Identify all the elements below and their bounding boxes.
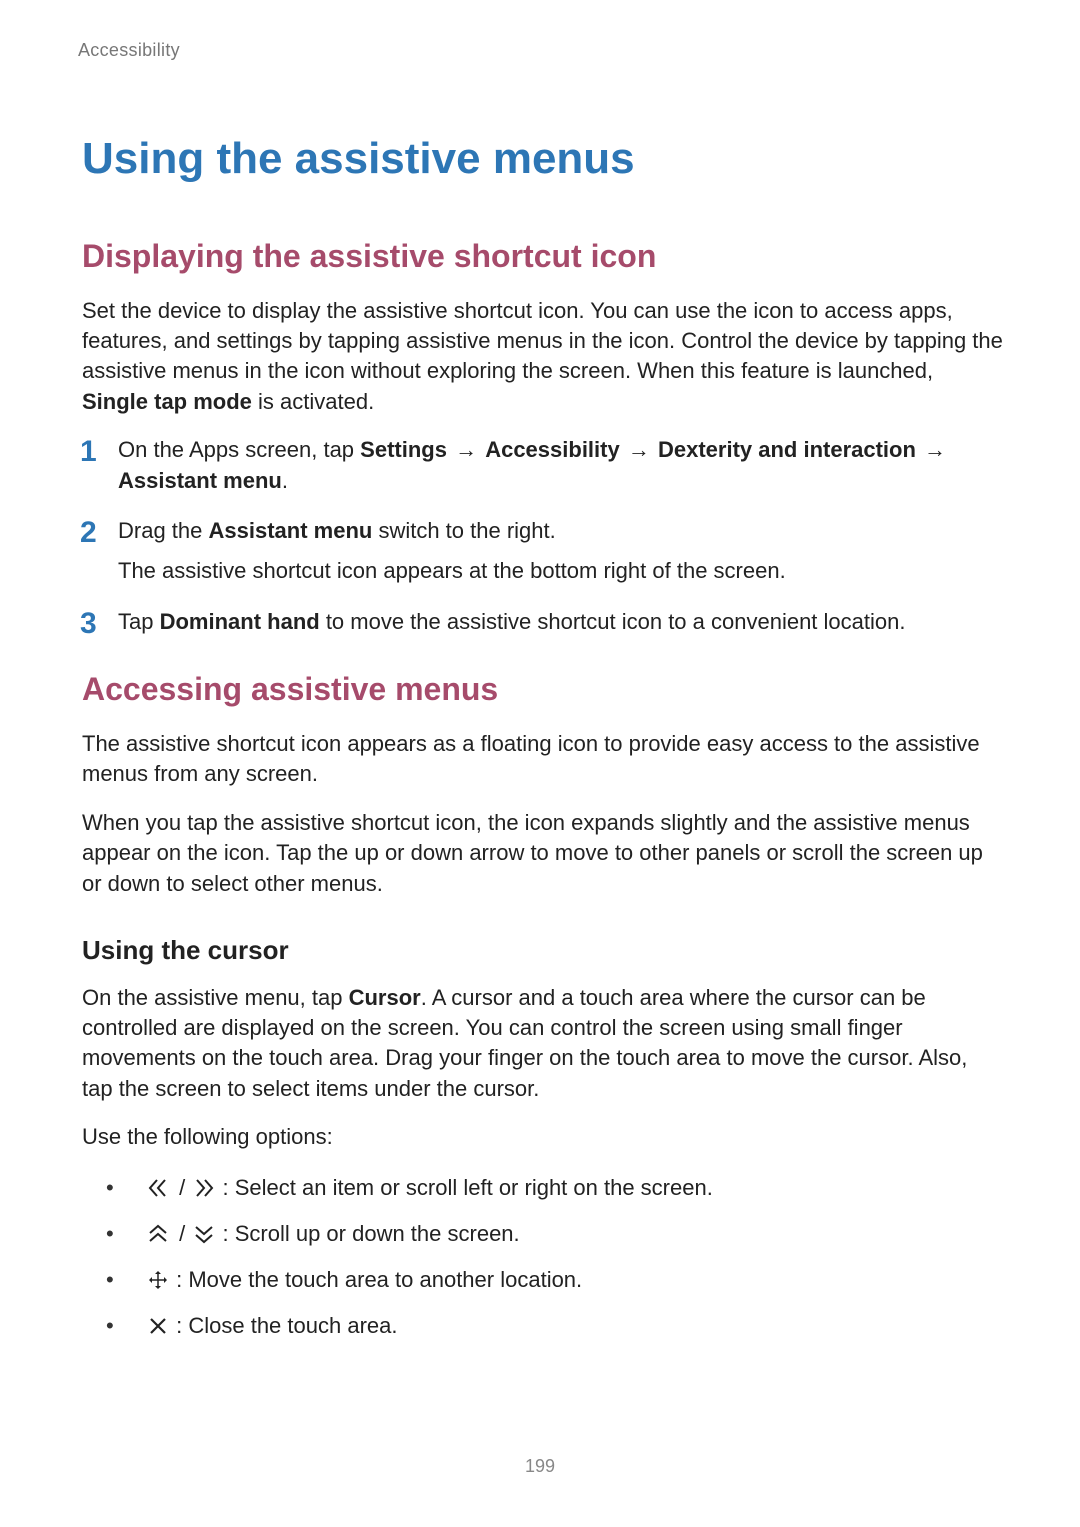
step1-settings: Settings xyxy=(360,437,447,462)
step1-pre: On the Apps screen, tap xyxy=(118,437,360,462)
step2-post: switch to the right. xyxy=(372,518,555,543)
section-heading-display-icon: Displaying the assistive shortcut icon xyxy=(82,234,1004,278)
cursor-p1-bold: Cursor xyxy=(349,985,421,1010)
arrow-icon: → xyxy=(453,435,479,465)
step-2: 2 Drag the Assistant menu switch to the … xyxy=(82,516,1004,587)
li3-text: : Move the touch area to another locatio… xyxy=(176,1267,582,1292)
arrow-icon: → xyxy=(626,435,652,465)
li1-text: : Select an item or scroll left or right… xyxy=(223,1175,713,1200)
step3-post: to move the assistive shortcut icon to a… xyxy=(320,609,906,634)
double-chevron-up-icon xyxy=(148,1220,168,1253)
slash-sep: / xyxy=(176,1171,188,1204)
sec2-p1: The assistive shortcut icon appears as a… xyxy=(82,729,1004,790)
li2-text: : Scroll up or down the screen. xyxy=(223,1221,520,1246)
step-1: 1 On the Apps screen, tap Settings → Acc… xyxy=(82,435,1004,496)
list-item: / : Select an item or scroll left or rig… xyxy=(106,1171,1004,1207)
list-item: : Move the touch area to another locatio… xyxy=(106,1263,1004,1299)
arrow-icon: → xyxy=(922,435,948,465)
cursor-options-list: / : Select an item or scroll left or rig… xyxy=(82,1171,1004,1345)
list-item: / : Scroll up or down the screen. xyxy=(106,1217,1004,1253)
step1-accessibility: Accessibility xyxy=(485,437,620,462)
list-item: : Close the touch area. xyxy=(106,1309,1004,1345)
cursor-p1: On the assistive menu, tap Cursor. A cur… xyxy=(82,983,1004,1104)
subsection-heading-using-cursor: Using the cursor xyxy=(82,933,1004,969)
section1-intro: Set the device to display the assistive … xyxy=(82,296,1004,417)
step1-assistant-menu: Assistant menu xyxy=(118,468,282,493)
intro-text-2: is activated. xyxy=(252,389,374,414)
double-chevron-right-icon xyxy=(194,1174,214,1207)
slash-sep: / xyxy=(176,1217,188,1250)
double-chevron-left-icon xyxy=(148,1174,168,1207)
page-number: 199 xyxy=(525,1454,555,1479)
steps-list: 1 On the Apps screen, tap Settings → Acc… xyxy=(82,435,1004,637)
step1-end: . xyxy=(282,468,288,493)
double-chevron-down-icon xyxy=(194,1220,214,1253)
step3-dominant-hand: Dominant hand xyxy=(160,609,320,634)
close-icon xyxy=(148,1312,168,1345)
step-number-3: 3 xyxy=(80,603,97,644)
step2-pre: Drag the xyxy=(118,518,209,543)
step-3: 3 Tap Dominant hand to move the assistiv… xyxy=(82,607,1004,637)
cursor-p2: Use the following options: xyxy=(82,1122,1004,1152)
step2-assistant-menu: Assistant menu xyxy=(209,518,373,543)
running-head: Accessibility xyxy=(78,38,1004,63)
sec2-p2: When you tap the assistive shortcut icon… xyxy=(82,808,1004,899)
intro-bold-single-tap: Single tap mode xyxy=(82,389,252,414)
step1-dexterity: Dexterity and interaction xyxy=(658,437,916,462)
cursor-p1-pre: On the assistive menu, tap xyxy=(82,985,349,1010)
step2-note: The assistive shortcut icon appears at t… xyxy=(118,556,1004,586)
step-number-1: 1 xyxy=(80,431,97,472)
step-number-2: 2 xyxy=(80,512,97,553)
li4-text: : Close the touch area. xyxy=(176,1313,397,1338)
step3-pre: Tap xyxy=(118,609,160,634)
intro-text-1: Set the device to display the assistive … xyxy=(82,298,1003,384)
move-icon xyxy=(148,1266,168,1299)
section-heading-accessing-menus: Accessing assistive menus xyxy=(82,667,1004,711)
page-title: Using the assistive menus xyxy=(82,129,1004,190)
